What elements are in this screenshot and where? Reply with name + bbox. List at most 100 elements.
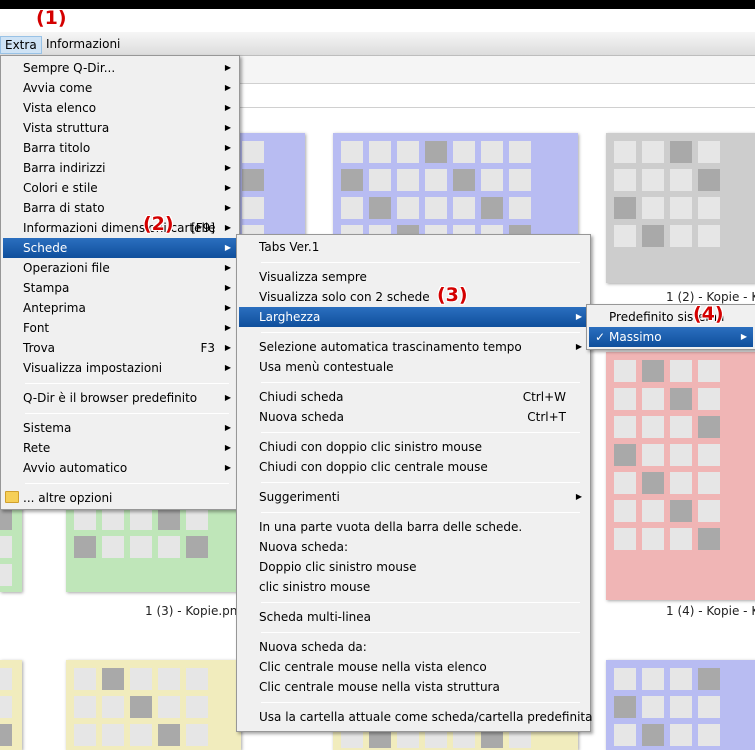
thumbnail-cell — [670, 360, 692, 382]
extra-item-colori-e-stile[interactable]: Colori e stile ▶ — [3, 178, 237, 198]
schede-item-scheda-multi-linea[interactable]: Scheda multi-linea — [239, 607, 588, 627]
schede-item-label: clic sinistro mouse — [259, 580, 371, 594]
thumbnail-cell — [614, 668, 636, 690]
thumbnail-cell — [642, 388, 664, 410]
extra-item-visualizza-impostazioni[interactable]: Visualizza impostazioni ▶ — [3, 358, 237, 378]
schede-item-in-una-parte-vuota-della-barra-delle-schede[interactable]: In una parte vuota della barra delle sch… — [239, 517, 588, 537]
schede-item-label: Chiudi con doppio clic centrale mouse — [259, 460, 488, 474]
thumbnail-cell — [102, 696, 124, 718]
schede-item-nuova-scheda[interactable]: Nuova scheda Ctrl+T — [239, 407, 588, 427]
thumbnail-cell — [453, 197, 475, 219]
schede-item-visualizza-solo-con-2-schede[interactable]: Visualizza solo con 2 schede — [239, 287, 588, 307]
menu-separator — [261, 702, 580, 703]
thumbnail-cell — [642, 225, 664, 247]
extra-item-rete[interactable]: Rete ▶ — [3, 438, 237, 458]
thumbnail-cell — [698, 444, 720, 466]
menu-extra[interactable]: Extra — [0, 36, 42, 54]
schede-item-larghezza[interactable]: Larghezza ▶ — [239, 307, 588, 327]
submenu-arrow-icon: ▶ — [224, 203, 231, 212]
extra-item-label: Barra di stato — [23, 201, 105, 215]
thumbnail-image[interactable] — [66, 500, 241, 592]
thumbnail-image[interactable] — [0, 500, 22, 592]
schede-item-label: Usa menù contestuale — [259, 360, 394, 374]
thumbnail-cell — [698, 696, 720, 718]
thumbnail-cell — [614, 528, 636, 550]
thumbnail-cell — [670, 500, 692, 522]
extra-item-avvia-come[interactable]: Avvia come ▶ — [3, 78, 237, 98]
schede-item-visualizza-sempre[interactable]: Visualizza sempre — [239, 267, 588, 287]
extra-item-font[interactable]: Font ▶ — [3, 318, 237, 338]
schede-item-label: Nuova scheda — [259, 410, 345, 424]
schede-item-nuova-scheda[interactable]: Nuova scheda: — [239, 537, 588, 557]
thumbnail-cell — [670, 388, 692, 410]
extra-item-stampa[interactable]: Stampa ▶ — [3, 278, 237, 298]
extra-item-barra-indirizzi[interactable]: Barra indirizzi ▶ — [3, 158, 237, 178]
schede-item-clic-sinistro-mouse[interactable]: clic sinistro mouse — [239, 577, 588, 597]
thumbnail-cell — [242, 197, 264, 219]
extra-item-vista-struttura[interactable]: Vista struttura ▶ — [3, 118, 237, 138]
extra-item-operazioni-file[interactable]: Operazioni file ▶ — [3, 258, 237, 278]
schede-item-clic-centrale-mouse-nella-vista-elenco[interactable]: Clic centrale mouse nella vista elenco — [239, 657, 588, 677]
extra-item-q-dir-il-browser-predefinito[interactable]: Q-Dir è il browser predefinito ▶ — [3, 388, 237, 408]
submenu-arrow-icon: ▶ — [224, 263, 231, 272]
schede-item-label: Scheda multi-linea — [259, 610, 371, 624]
schede-item-selezione-automatica-trascinamento-tempo[interactable]: Selezione automatica trascinamento tempo… — [239, 337, 588, 357]
thumbnail-cell — [698, 668, 720, 690]
thumbnail-image[interactable] — [606, 352, 755, 600]
extra-item-trova[interactable]: Trova F3 ▶ — [3, 338, 237, 358]
menu-separator — [25, 483, 229, 484]
extra-item-sistema[interactable]: Sistema ▶ — [3, 418, 237, 438]
thumbnail-cell — [614, 416, 636, 438]
extra-item-shortcut: [F9] — [191, 221, 215, 235]
extra-item-altre-opzioni[interactable]: ... altre opzioni — [3, 488, 237, 508]
extra-item-barra-titolo[interactable]: Barra titolo ▶ — [3, 138, 237, 158]
submenu-arrow-icon: ▶ — [224, 283, 231, 292]
thumbnail-cell — [0, 564, 12, 586]
extra-item-sempre-q-dir[interactable]: Sempre Q-Dir... ▶ — [3, 58, 237, 78]
extra-item-vista-elenco[interactable]: Vista elenco ▶ — [3, 98, 237, 118]
schede-item-nuova-scheda-da[interactable]: Nuova scheda da: — [239, 637, 588, 657]
schede-item-usa-la-cartella-attuale-come-scheda-cartella-predefinita[interactable]: Usa la cartella attuale come scheda/cart… — [239, 707, 592, 727]
schede-item-label: Selezione automatica trascinamento tempo — [259, 340, 522, 354]
larghezza-item-predefinito-sistema[interactable]: Predefinito sistema — [589, 307, 753, 327]
schede-item-label: In una parte vuota della barra delle sch… — [259, 520, 523, 534]
thumbnail-cell — [642, 169, 664, 191]
submenu-arrow-icon: ▶ — [224, 183, 231, 192]
schede-item-suggerimenti[interactable]: Suggerimenti ▶ — [239, 487, 588, 507]
thumbnail-cell — [698, 197, 720, 219]
thumbnail-cell — [670, 528, 692, 550]
extra-item-label: Trova — [23, 341, 56, 355]
thumbnail-cell — [642, 696, 664, 718]
thumbnail-cell — [130, 696, 152, 718]
extra-item-avvio-automatico[interactable]: Avvio automatico ▶ — [3, 458, 237, 478]
extra-item-informazioni-dimensioni-cartelle[interactable]: Informazioni dimensioni cartelle [F9] ▶ — [3, 218, 237, 238]
schede-item-label: Larghezza — [259, 310, 321, 324]
extra-item-barra-di-stato[interactable]: Barra di stato ▶ — [3, 198, 237, 218]
thumbnail-cell — [397, 197, 419, 219]
schede-item-chiudi-scheda[interactable]: Chiudi scheda Ctrl+W — [239, 387, 588, 407]
schede-item-tabs-ver-1[interactable]: Tabs Ver.1 — [239, 237, 588, 257]
thumbnail-image[interactable] — [0, 660, 22, 750]
submenu-arrow-icon: ▶ — [224, 323, 231, 332]
extra-item-anteprima[interactable]: Anteprima ▶ — [3, 298, 237, 318]
menu-informazioni[interactable]: Informazioni — [42, 36, 124, 54]
thumbnail-image[interactable] — [66, 660, 241, 750]
thumbnail-cell — [74, 724, 96, 746]
submenu-arrow-icon: ▶ — [224, 143, 231, 152]
submenu-arrow-icon: ▶ — [224, 103, 231, 112]
thumbnail-image[interactable] — [606, 133, 755, 283]
pane-address-row — [238, 84, 755, 108]
schede-item-doppio-clic-sinistro-mouse[interactable]: Doppio clic sinistro mouse — [239, 557, 588, 577]
schede-item-chiudi-con-doppio-clic-centrale-mouse[interactable]: Chiudi con doppio clic centrale mouse — [239, 457, 588, 477]
schede-item-usa-men-contestuale[interactable]: Usa menù contestuale — [239, 357, 588, 377]
extra-item-schede[interactable]: Schede ▶ — [3, 238, 237, 258]
thumbnail-image[interactable] — [606, 660, 755, 750]
menu-separator — [25, 413, 229, 414]
schede-item-clic-centrale-mouse-nella-vista-struttura[interactable]: Clic centrale mouse nella vista struttur… — [239, 677, 588, 697]
schede-item-chiudi-con-doppio-clic-sinistro-mouse[interactable]: Chiudi con doppio clic sinistro mouse — [239, 437, 588, 457]
larghezza-item-massimo[interactable]: ✓ Massimo ▶ — [589, 327, 753, 347]
annotation-3: (3) — [437, 284, 468, 306]
thumbnail-cell — [614, 197, 636, 219]
submenu-arrow-icon: ▶ — [224, 463, 231, 472]
thumbnail-cell — [369, 197, 391, 219]
